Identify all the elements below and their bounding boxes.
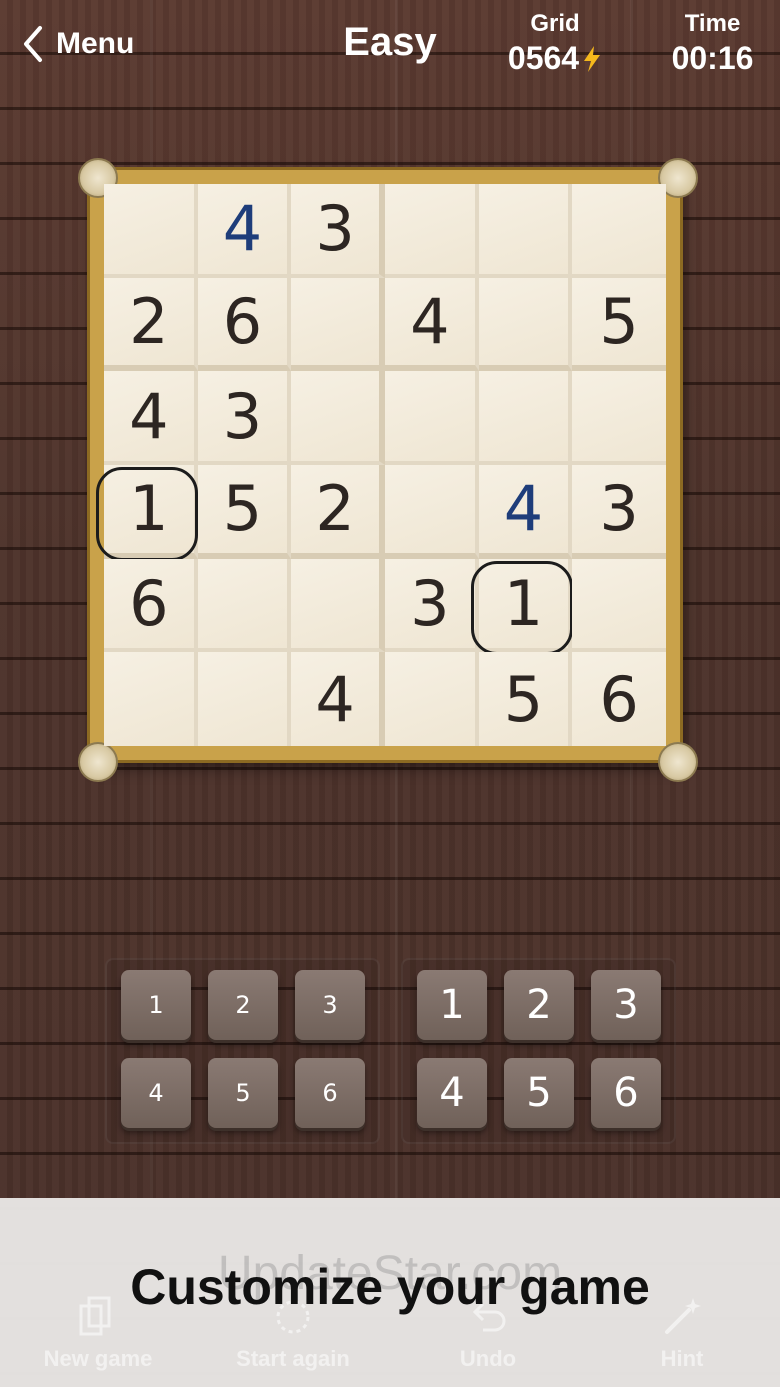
board-cell[interactable]: 6: [572, 652, 666, 746]
note-key[interactable]: 2: [208, 970, 278, 1040]
board-cell[interactable]: 1: [470, 558, 573, 655]
rope-knot: [78, 742, 118, 782]
number-keypad: 123 456: [401, 958, 676, 1144]
promo-banner-text: Customize your game: [130, 1259, 650, 1315]
top-bar: Menu Easy Grid 0564 Time 00:16: [0, 0, 780, 110]
board-cell[interactable]: 5: [572, 277, 666, 372]
board-cell[interactable]: [291, 371, 385, 465]
grid-value-row: 0564: [495, 40, 615, 77]
board-cell[interactable]: 2: [104, 277, 198, 372]
sudoku-board: 4326454315243631456: [96, 184, 666, 746]
board-cell[interactable]: [572, 558, 666, 653]
note-key[interactable]: 6: [295, 1058, 365, 1128]
time-label: Time: [684, 10, 741, 37]
bottom-toolbar: UpdateStar.com New game Start again Undo…: [0, 1198, 780, 1387]
hint-label: Hint: [660, 1346, 704, 1371]
number-key[interactable]: 3: [591, 970, 661, 1040]
board-cell[interactable]: 6: [197, 277, 292, 372]
board-cell[interactable]: [291, 558, 385, 653]
note-key[interactable]: 3: [295, 970, 365, 1040]
board-cell[interactable]: [478, 371, 573, 465]
notes-keypad: 123 456: [105, 958, 380, 1144]
board-cell[interactable]: 2: [291, 464, 385, 559]
time-value: 00:16: [671, 40, 754, 76]
board-cell[interactable]: 5: [478, 652, 573, 746]
board-cell[interactable]: 4: [384, 277, 479, 372]
board-cell[interactable]: 3: [384, 558, 479, 653]
time-stat: Time 00:16: [660, 10, 765, 77]
board-cell[interactable]: [197, 652, 292, 746]
note-key[interactable]: 4: [121, 1058, 191, 1128]
grid-label: Grid: [530, 10, 580, 37]
board-cell[interactable]: 3: [291, 184, 385, 278]
lightning-icon: [584, 45, 601, 72]
grid-stat: Grid 0564: [495, 10, 615, 77]
number-key[interactable]: 6: [591, 1058, 661, 1128]
board-cell[interactable]: [197, 558, 292, 653]
board-cell[interactable]: [104, 184, 198, 278]
chevron-left-icon: [24, 26, 42, 62]
board-cell[interactable]: [478, 277, 573, 372]
menu-label: Menu: [56, 27, 135, 60]
board-cell[interactable]: [384, 184, 479, 278]
board-cell[interactable]: [384, 464, 479, 559]
board-cell[interactable]: [291, 277, 385, 372]
board-cell[interactable]: [572, 371, 666, 465]
board-cell[interactable]: 3: [572, 464, 666, 559]
board-cell[interactable]: [104, 652, 198, 746]
number-key[interactable]: 2: [504, 970, 574, 1040]
start-again-label: Start again: [236, 1346, 350, 1371]
board-cell[interactable]: [384, 371, 479, 465]
board-cell[interactable]: 3: [197, 371, 292, 465]
board-cell[interactable]: 4: [197, 184, 292, 278]
board-cell[interactable]: [572, 184, 666, 278]
undo-label: Undo: [459, 1346, 517, 1371]
board-cell[interactable]: 4: [291, 652, 385, 746]
board-cell[interactable]: 5: [197, 464, 292, 559]
board-cell[interactable]: 4: [478, 464, 573, 559]
board-cell[interactable]: 4: [104, 371, 198, 465]
note-key[interactable]: 5: [208, 1058, 278, 1128]
note-key[interactable]: 1: [121, 970, 191, 1040]
number-key[interactable]: 5: [504, 1058, 574, 1128]
number-key[interactable]: 4: [417, 1058, 487, 1128]
board-cell[interactable]: 1: [96, 464, 198, 561]
board-cell[interactable]: 6: [104, 558, 198, 653]
new-game-label: New game: [43, 1346, 153, 1371]
number-key[interactable]: 1: [417, 970, 487, 1040]
menu-button[interactable]: Menu: [22, 22, 134, 66]
grid-value: 0564: [507, 40, 580, 76]
board-cell[interactable]: [384, 652, 479, 746]
board-cell[interactable]: [478, 184, 573, 278]
rope-knot: [658, 742, 698, 782]
